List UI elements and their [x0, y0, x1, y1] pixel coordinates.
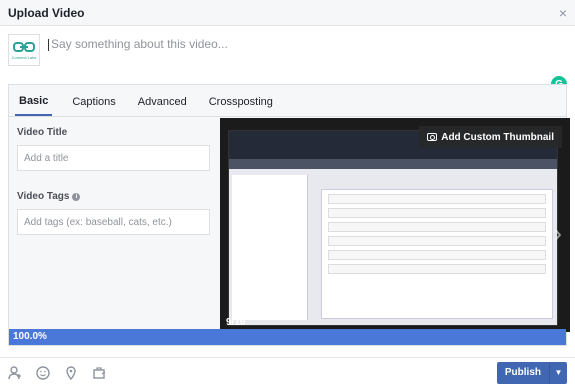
video-title-label: Video Title: [17, 127, 68, 138]
logo-text: Connect Labs: [11, 55, 37, 60]
publish-options-dropdown[interactable]: ▼: [549, 361, 567, 384]
camera-icon: [427, 133, 438, 141]
video-tags-input[interactable]: Add tags (ex: baseball, cats, etc.): [17, 209, 210, 235]
video-preview[interactable]: Add Custom Thumbnail › 9/10: [220, 118, 570, 332]
compose-area: Connect Labs Say something about this vi…: [0, 26, 575, 92]
upload-progress-fill: [9, 329, 566, 345]
preview-row: [328, 250, 546, 260]
feeling-icon[interactable]: [36, 365, 50, 380]
publish-button[interactable]: Publish: [496, 361, 549, 384]
thumbnail-counter: 9/10: [226, 317, 246, 328]
video-title-input[interactable]: Add a title: [17, 145, 210, 171]
dialog-header: Upload Video ×: [0, 0, 575, 26]
thumbnail-button-label: Add Custom Thumbnail: [441, 131, 554, 143]
chain-link-icon: [13, 42, 35, 52]
close-icon[interactable]: ×: [559, 5, 567, 21]
location-icon[interactable]: [64, 365, 78, 380]
preview-row: [328, 236, 546, 246]
preview-row: [328, 194, 546, 204]
preview-sidebar: [232, 175, 308, 320]
preview-screenshot: [228, 130, 558, 326]
video-settings-panel: Basic Captions Advanced Crossposting Vid…: [8, 84, 570, 346]
preview-row: [328, 208, 546, 218]
tag-friends-icon[interactable]: [8, 365, 22, 380]
page-logo: Connect Labs: [8, 34, 40, 66]
preview-row: [328, 222, 546, 232]
preview-browser-tabs: [229, 159, 557, 169]
upload-video-dialog: Upload Video × Connect Labs Say somethin…: [0, 0, 575, 387]
sponsor-icon[interactable]: [92, 366, 106, 380]
tab-crossposting[interactable]: Crossposting: [209, 96, 285, 116]
caption-input[interactable]: Say something about this video...: [48, 37, 228, 51]
basic-form: Video Title Add a title Video Tags i Add…: [17, 127, 217, 235]
dialog-title: Upload Video: [8, 5, 85, 20]
publish-group: Publish ▼: [496, 361, 567, 384]
tab-advanced[interactable]: Advanced: [138, 96, 199, 116]
video-tags-label: Video Tags i: [17, 191, 217, 202]
info-icon[interactable]: i: [72, 192, 81, 201]
preview-content: [321, 189, 553, 319]
video-tags-label-text: Video Tags: [17, 191, 70, 202]
add-custom-thumbnail-button[interactable]: Add Custom Thumbnail: [419, 126, 562, 148]
next-thumbnail-icon[interactable]: ›: [553, 218, 562, 249]
upload-progress-text: 100.0%: [13, 331, 47, 342]
upload-progress-bar: 100.0%: [9, 329, 566, 345]
tab-basic[interactable]: Basic: [15, 95, 53, 116]
dialog-footer: Publish ▼: [0, 357, 575, 387]
preview-row: [328, 264, 546, 274]
tabs: Basic Captions Advanced Crossposting: [9, 85, 566, 117]
tab-captions[interactable]: Captions: [72, 96, 127, 116]
